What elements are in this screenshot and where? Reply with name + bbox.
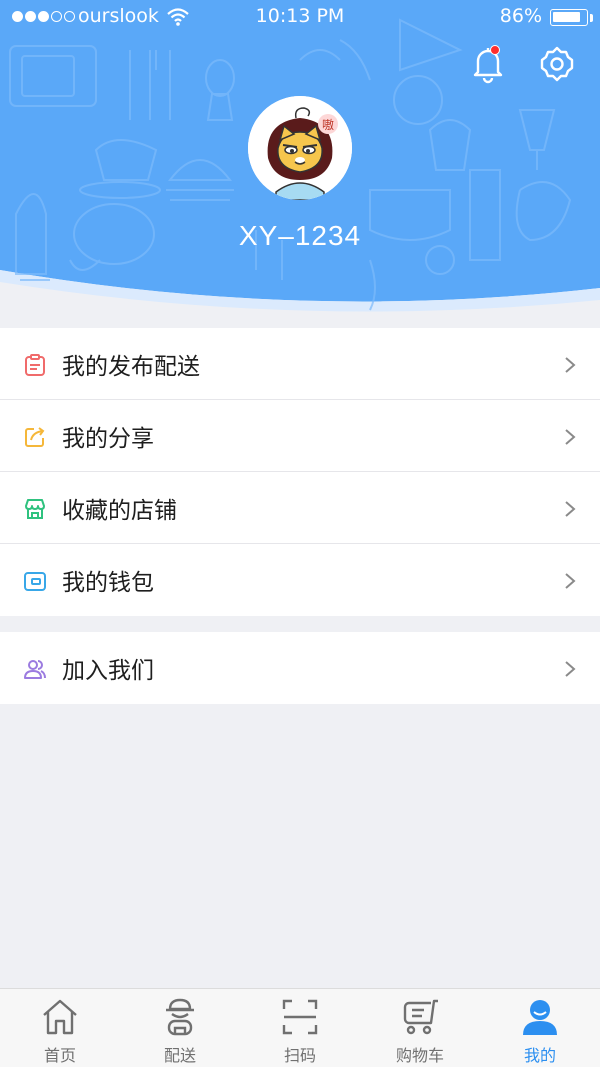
menu-item-label: 我的发布配送 [62,353,200,380]
avatar-badge-text: 嗷 [322,118,334,132]
menu-item-label: 我的钱包 [62,570,154,596]
tab-label: 扫码 [283,1046,316,1065]
chevron-right-icon [565,661,576,677]
username: XY–1234 [238,220,362,251]
cart-icon [403,999,438,1035]
tab-home[interactable]: 首页 [0,989,120,1067]
profile-icon [523,1000,557,1035]
menu-list-secondary: 加入我们 [0,632,600,704]
menu-item-my-shares[interactable]: 我的分享 [0,400,600,472]
wallet-icon [24,572,46,591]
tab-label: 我的 [523,1046,556,1065]
share-icon [25,427,45,447]
menu-list: 我的发布配送 我的分享 收藏的店铺 我的钱包 [0,328,600,616]
courier-icon [166,998,194,1036]
menu-item-my-wallet[interactable]: 我的钱包 [0,544,600,616]
menu-item-label: 加入我们 [62,658,154,684]
menu-item-join-us[interactable]: 加入我们 [0,632,600,704]
tab-delivery[interactable]: 配送 [120,989,240,1067]
chevron-right-icon [565,429,576,445]
notification-badge [490,45,500,55]
tab-label: 首页 [43,1046,76,1065]
users-icon [24,660,46,679]
gear-icon[interactable] [537,44,577,84]
battery-percent: 86% [499,5,542,27]
menu-item-label: 收藏的店铺 [62,497,177,524]
tab-label: 购物车 [395,1046,444,1065]
battery-icon [550,9,588,26]
home-icon [43,999,77,1035]
tab-profile[interactable]: 我的 [480,989,600,1067]
clipboard-icon [25,354,45,376]
avatar-image: 嗷 [248,96,352,200]
profile-header: ourslook 10:13 PM 86% 嗷 XY–1234 [0,0,600,320]
chevron-right-icon [565,357,576,373]
store-icon [25,499,45,519]
bell-icon[interactable] [468,44,508,84]
tab-label: 配送 [163,1046,196,1065]
chevron-right-icon [565,573,576,589]
status-bar: ourslook 10:13 PM 86% [0,0,600,34]
tab-scan[interactable]: 扫码 [240,989,360,1067]
tab-bar: 首页 配送 扫码 购物车 我的 [0,988,600,1067]
chevron-right-icon [565,501,576,517]
avatar[interactable]: 嗷 [248,96,352,200]
tab-cart[interactable]: 购物车 [360,989,480,1067]
scan-icon [282,999,318,1035]
menu-item-favorite-stores[interactable]: 收藏的店铺 [0,472,600,544]
menu-item-label: 我的分享 [62,425,154,452]
menu-item-my-deliveries[interactable]: 我的发布配送 [0,328,600,400]
